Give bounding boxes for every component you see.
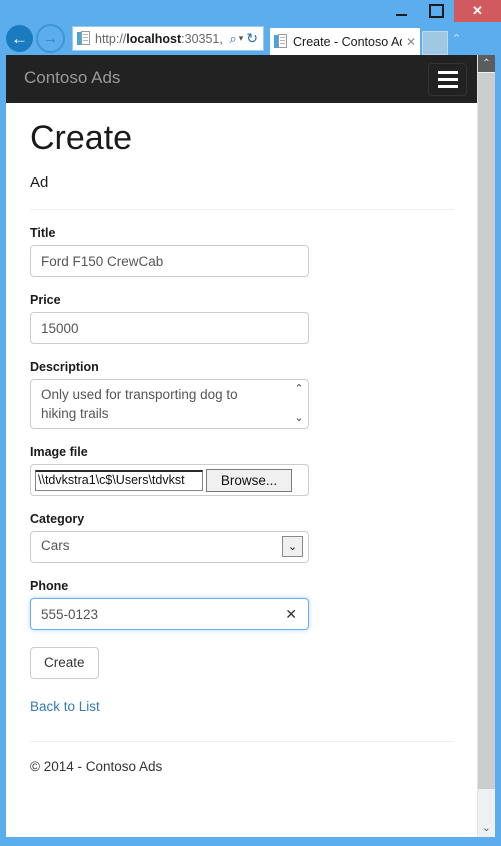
page-scrollbar[interactable]: ⌃ ⌄ bbox=[477, 55, 495, 837]
form-group-title: Title bbox=[30, 226, 454, 278]
phone-input-wrapper: ✕ bbox=[30, 598, 309, 631]
scroll-down-icon[interactable]: ⌄ bbox=[478, 820, 495, 837]
category-select-wrapper: Cars ⌄ bbox=[30, 531, 309, 564]
chevron-down-icon[interactable]: ⌄ bbox=[294, 413, 303, 424]
phone-input[interactable] bbox=[30, 598, 309, 631]
url-host: localhost bbox=[126, 31, 182, 46]
header-divider bbox=[30, 209, 454, 211]
new-tab-button[interactable] bbox=[422, 31, 448, 55]
minimize-icon bbox=[396, 13, 407, 16]
url-rest: :30351, bbox=[181, 31, 223, 46]
address-url-text[interactable]: http://localhost:30351, bbox=[91, 32, 228, 46]
page-viewport: Contoso Ads Create Ad Title Price bbox=[6, 55, 495, 837]
hamburger-menu-icon[interactable] bbox=[428, 63, 467, 96]
phone-label: Phone bbox=[30, 579, 69, 594]
minimize-button[interactable] bbox=[384, 0, 419, 22]
create-button[interactable]: Create bbox=[30, 647, 99, 680]
page-container: Create Ad Title Price Description bbox=[6, 119, 478, 775]
category-label: Category bbox=[30, 512, 85, 527]
browser-window: ✕ ← → http://localhost:30351, ⌕ ▾ ↻ Crea… bbox=[0, 0, 501, 846]
price-input[interactable] bbox=[30, 312, 309, 345]
title-input[interactable] bbox=[30, 245, 309, 278]
refresh-icon[interactable]: ↻ bbox=[246, 30, 263, 47]
back-to-list-link[interactable]: Back to List bbox=[30, 699, 454, 714]
footer-copyright: © 2014 - Contoso Ads bbox=[30, 759, 163, 775]
form-group-image-file: Image file \\tdvkstra1\c$\Users\tdvkst B… bbox=[30, 445, 454, 497]
form-group-phone: Phone ✕ bbox=[30, 579, 454, 631]
url-scheme: http:// bbox=[95, 31, 127, 46]
page-subtitle: Ad bbox=[30, 174, 49, 192]
address-bar[interactable]: http://localhost:30351, ⌕ ▾ ↻ bbox=[72, 26, 264, 51]
toolbar-overflow-icon[interactable]: ⌃ bbox=[452, 32, 461, 45]
search-icon[interactable]: ⌕ bbox=[228, 31, 237, 47]
form-group-description: Description Only used for transporting d… bbox=[30, 360, 454, 430]
chevron-down-icon[interactable]: ▾ bbox=[238, 33, 247, 44]
tab-title: Create - Contoso Ads bbox=[293, 34, 402, 49]
navbar-brand[interactable]: Contoso Ads bbox=[24, 68, 120, 88]
window-controls: ✕ bbox=[384, 0, 501, 22]
image-file-input[interactable]: \\tdvkstra1\c$\Users\tdvkst Browse... bbox=[30, 464, 309, 497]
scroll-up-icon[interactable]: ⌃ bbox=[478, 55, 495, 72]
tab-page-icon bbox=[274, 34, 288, 49]
image-file-label: Image file bbox=[30, 445, 88, 460]
back-button[interactable]: ← bbox=[6, 25, 33, 52]
chevron-down-icon[interactable]: ⌄ bbox=[282, 536, 303, 558]
maximize-button[interactable] bbox=[419, 0, 454, 22]
form-actions: Create bbox=[30, 630, 454, 680]
scrollbar-thumb[interactable] bbox=[478, 73, 495, 789]
title-label: Title bbox=[30, 226, 56, 241]
browser-tab[interactable]: Create - Contoso Ads ✕ bbox=[270, 28, 420, 55]
file-path-text[interactable]: \\tdvkstra1\c$\Users\tdvkst bbox=[35, 469, 203, 491]
app-navbar: Contoso Ads bbox=[6, 55, 478, 103]
browser-toolbar: ← → http://localhost:30351, ⌕ ▾ ↻ Create… bbox=[0, 22, 501, 55]
description-label: Description bbox=[30, 360, 99, 375]
page-title: Create bbox=[30, 119, 133, 157]
form-group-price: Price bbox=[30, 293, 454, 345]
description-textarea-value: Only used for transporting dog to hiking… bbox=[41, 387, 238, 422]
form-group-category: Category Cars ⌄ bbox=[30, 512, 454, 564]
price-label: Price bbox=[30, 293, 61, 308]
footer-divider bbox=[30, 741, 454, 743]
forward-button[interactable]: → bbox=[36, 24, 65, 53]
browse-button[interactable]: Browse... bbox=[206, 468, 292, 492]
page-icon bbox=[77, 31, 91, 46]
tab-close-icon[interactable]: ✕ bbox=[402, 35, 420, 49]
page-content: Contoso Ads Create Ad Title Price bbox=[6, 55, 478, 837]
title-bar: ✕ bbox=[0, 0, 501, 22]
clear-icon[interactable]: ✕ bbox=[285, 605, 297, 623]
maximize-icon bbox=[429, 4, 444, 18]
chevron-up-icon[interactable]: ⌃ bbox=[294, 384, 303, 395]
category-select[interactable]: Cars bbox=[30, 531, 309, 564]
close-button[interactable]: ✕ bbox=[454, 0, 501, 22]
description-textarea[interactable]: Only used for transporting dog to hiking… bbox=[30, 379, 309, 430]
description-scrollbar[interactable]: ⌃ ⌄ bbox=[291, 381, 307, 428]
